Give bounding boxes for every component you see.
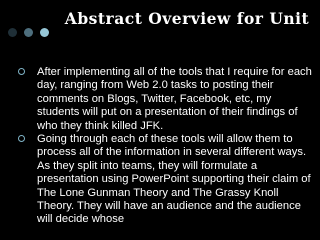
bullet-text: Going through each of these tools will a… bbox=[37, 133, 311, 226]
bullet-list: After implementing all of the tools that… bbox=[18, 66, 314, 227]
bullet-item: Going through each of these tools will a… bbox=[18, 133, 314, 227]
dot-dark-icon bbox=[8, 28, 17, 37]
bullet-item: After implementing all of the tools that… bbox=[18, 66, 314, 133]
slide: Abstract Overview for Unit After impleme… bbox=[0, 0, 320, 240]
bullet-text: After implementing all of the tools that… bbox=[37, 66, 312, 132]
ring-bullet-icon bbox=[18, 135, 25, 143]
decorative-dots bbox=[8, 28, 49, 37]
ring-bullet-icon bbox=[18, 68, 25, 75]
dot-light-icon bbox=[40, 28, 49, 37]
slide-title: Abstract Overview for Unit bbox=[64, 9, 310, 28]
dot-mid-icon bbox=[24, 28, 33, 37]
